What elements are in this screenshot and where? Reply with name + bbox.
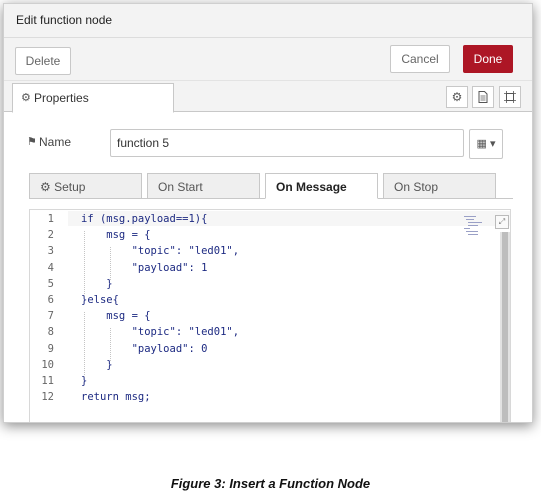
- tab-on-start[interactable]: On Start: [147, 173, 260, 199]
- line-number: 12: [41, 391, 54, 404]
- code-line: "payload": 0: [81, 342, 208, 355]
- line-number: 9: [47, 342, 54, 355]
- dialog-action-bar: Delete Cancel Done: [4, 38, 532, 81]
- code-line: }else{: [81, 294, 119, 306]
- dialog-header: Edit function node: [4, 4, 532, 38]
- scrollbar-thumb[interactable]: [502, 232, 508, 422]
- cancel-button[interactable]: Cancel: [390, 45, 450, 73]
- line-number: 2: [47, 229, 54, 242]
- tab-properties-label: Properties: [34, 91, 89, 105]
- name-row: ⚑ Name ▦ ▾: [4, 125, 532, 159]
- tab-setup[interactable]: ⚙ Setup: [29, 173, 142, 199]
- tab-properties[interactable]: ⚙ Properties: [12, 83, 174, 113]
- minimap[interactable]: [462, 214, 490, 236]
- line-number: 11: [41, 375, 54, 387]
- tab-on-message[interactable]: On Message: [265, 173, 378, 199]
- function-subtabs: ⚙ Setup On Start On Message On Stop: [4, 170, 532, 200]
- indent-guide: [109, 328, 112, 361]
- line-number: 8: [47, 326, 54, 339]
- name-input[interactable]: [110, 129, 464, 157]
- line-number: 10: [41, 358, 54, 371]
- code-line: "topic": "led01",: [81, 326, 240, 339]
- indent-guide: [84, 231, 86, 296]
- gear-icon: ⚙: [21, 92, 31, 104]
- code-editor[interactable]: 1 2 3 4 5 6 7 8 9 10 11 12 if (msg.payload==1){ msg…: [29, 209, 511, 422]
- line-number: 7: [47, 310, 54, 323]
- done-button[interactable]: Done: [463, 45, 513, 73]
- vertical-scrollbar[interactable]: [500, 232, 510, 422]
- figure-caption: Figure 3: Insert a Function Node: [170, 476, 371, 491]
- indent-guide: [84, 312, 86, 377]
- tab-setup-label: Setup: [54, 180, 86, 194]
- line-number-gutter: 1 2 3 4 5 6 7 8 9 10 11 12: [30, 210, 68, 422]
- tab-bar: ⚙ Properties ⚙: [4, 81, 532, 113]
- code-line: if (msg.payload==1){: [81, 213, 208, 225]
- tab-on-stop[interactable]: On Stop: [383, 173, 496, 199]
- code-line: "payload": 1: [81, 261, 208, 274]
- delete-button[interactable]: Delete: [15, 47, 71, 75]
- line-number: 1: [47, 213, 54, 225]
- edit-function-dialog: Edit function node Delete Cancel Done ⚙ …: [3, 3, 533, 423]
- gear-icon[interactable]: ⚙: [446, 86, 468, 108]
- indent-guide: [109, 247, 112, 280]
- line-number: 6: [47, 294, 54, 306]
- expand-editor-icon[interactable]: ⤢: [495, 215, 509, 229]
- dialog-title: Edit function node: [16, 13, 113, 27]
- name-label: Name: [39, 135, 72, 149]
- line-number: 3: [47, 245, 54, 258]
- book-dropdown-icon[interactable]: ▦ ▾: [469, 129, 503, 159]
- line-number: 4: [47, 261, 54, 274]
- code-line: return msg;: [81, 391, 151, 404]
- code-line: msg = {: [81, 229, 151, 242]
- frame-icon[interactable]: [499, 86, 521, 108]
- line-number: 5: [47, 277, 54, 290]
- document-icon[interactable]: [472, 86, 494, 108]
- code-line: msg = {: [81, 310, 151, 323]
- tag-icon: ⚑: [27, 136, 37, 148]
- code-line: "topic": "led01",: [81, 245, 240, 258]
- gear-icon: ⚙: [40, 180, 51, 194]
